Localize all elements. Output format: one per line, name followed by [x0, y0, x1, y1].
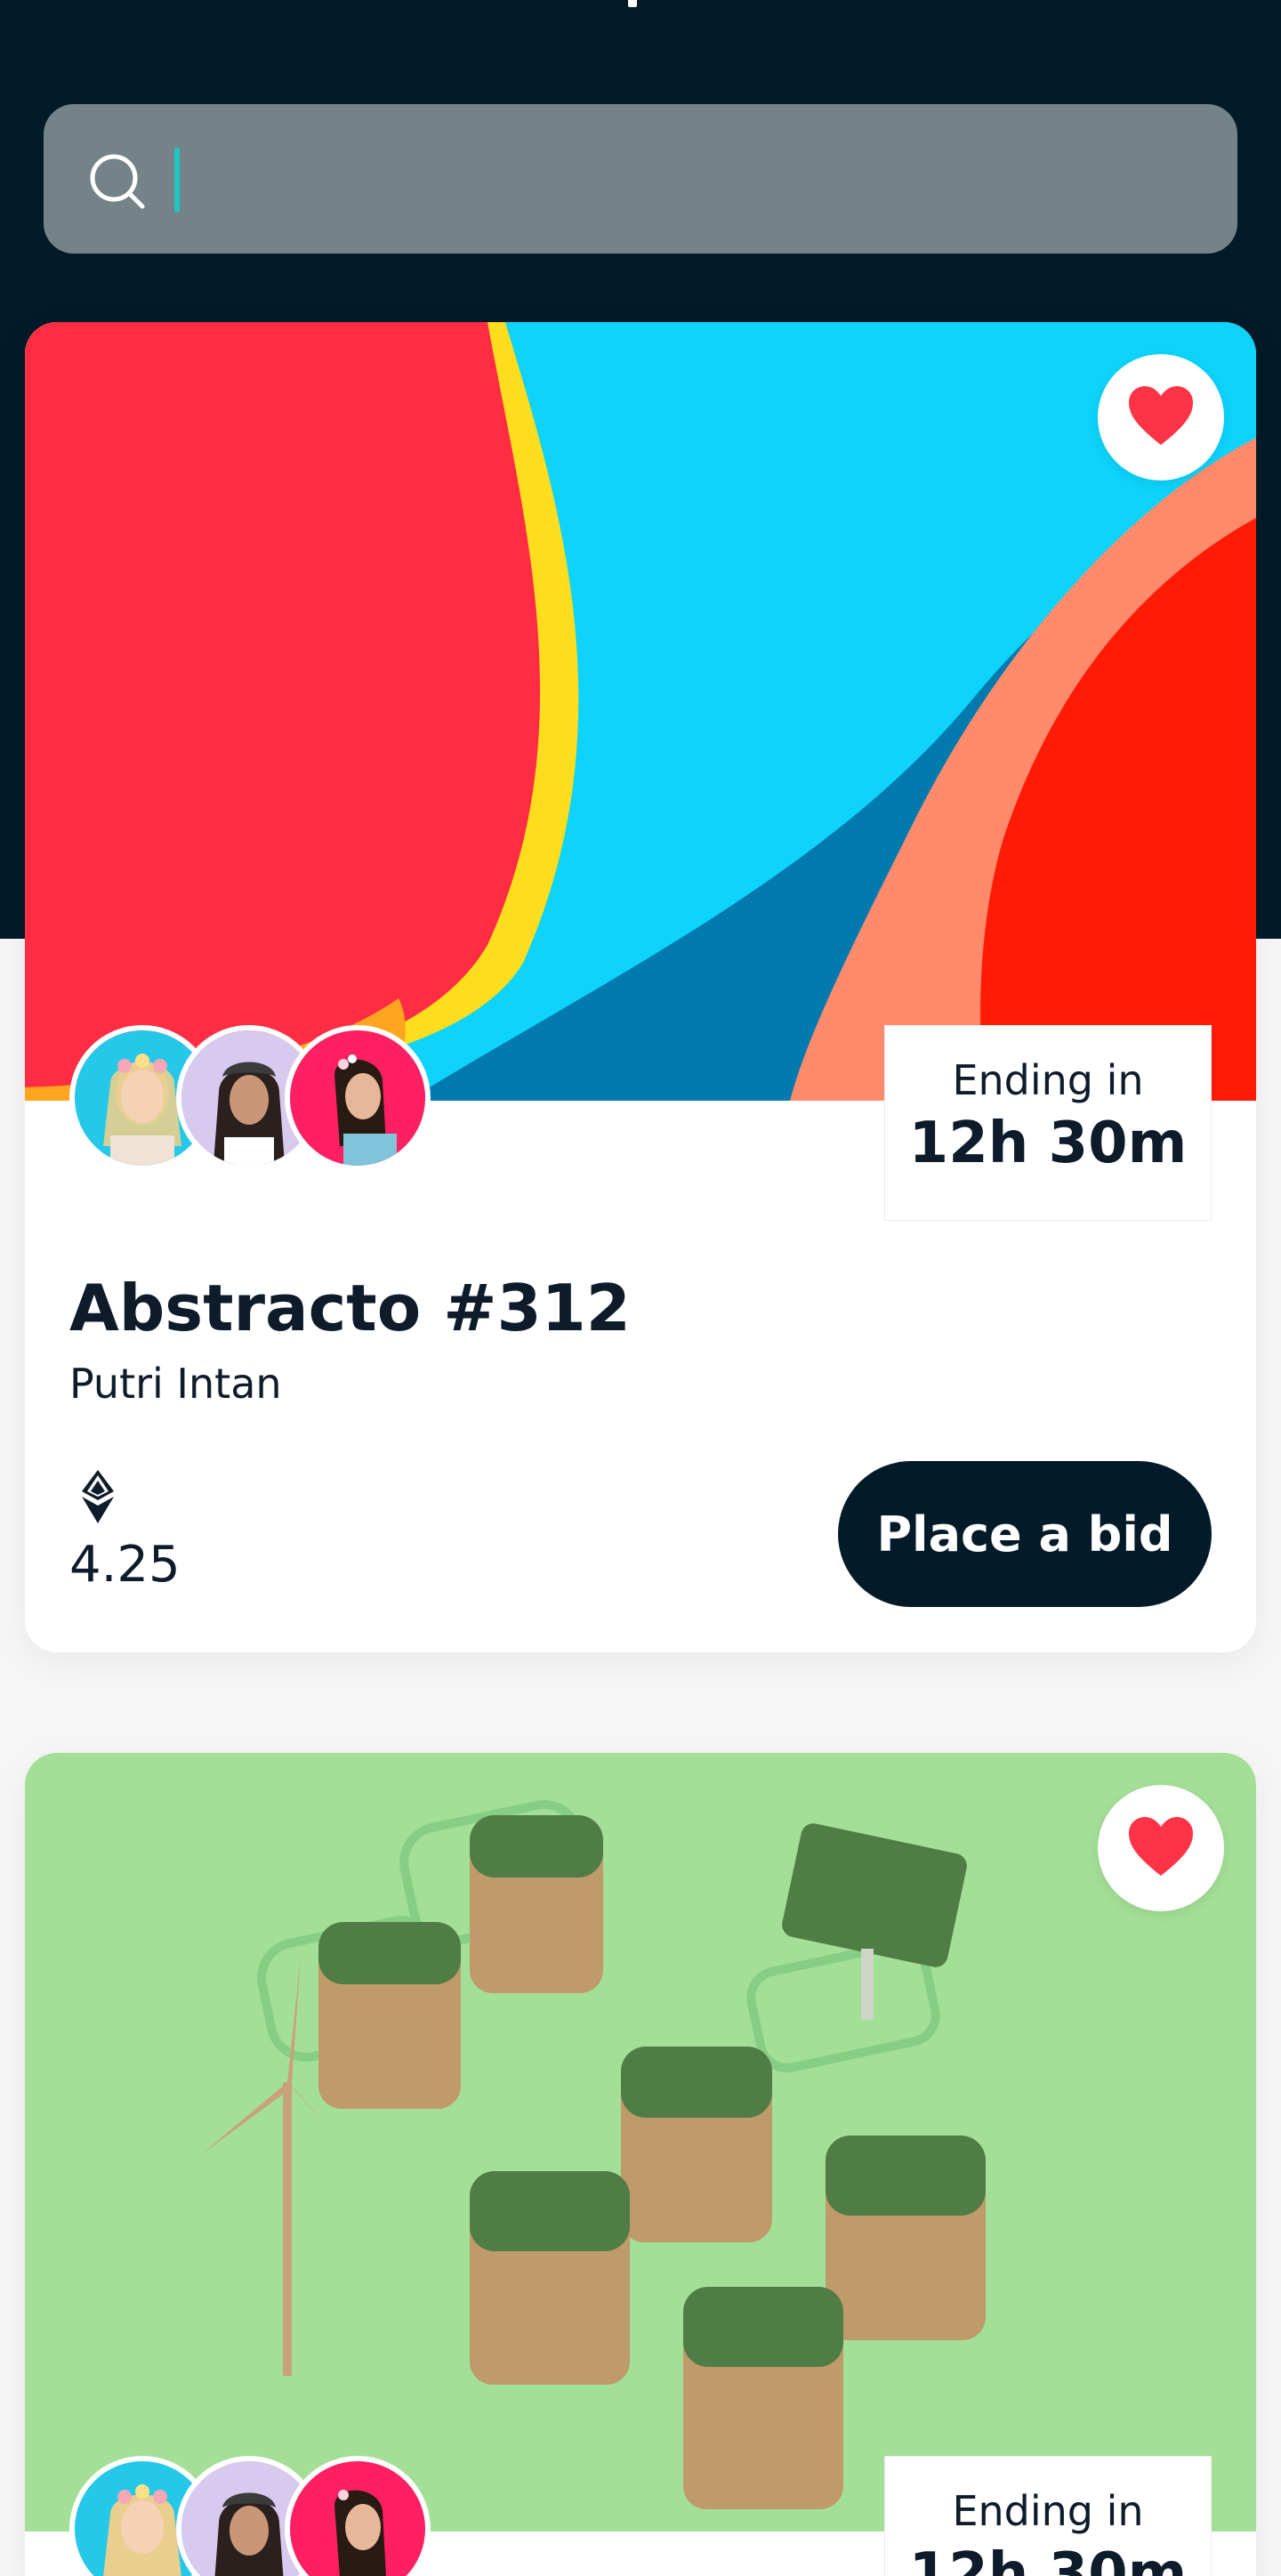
nft-artwork-image[interactable]	[25, 322, 1256, 1101]
heart-icon	[1127, 1815, 1195, 1881]
avatar[interactable]	[285, 2456, 431, 2576]
search-icon	[87, 151, 148, 212]
search-input[interactable]	[173, 147, 1196, 214]
auction-timer: Ending in 12h 30m	[884, 2456, 1212, 2576]
artist-name[interactable]: Putri Intan	[69, 1358, 282, 1409]
ending-label: Ending in	[952, 1056, 1144, 1104]
favorite-button[interactable]	[1098, 354, 1224, 480]
owner-avatars	[69, 2456, 443, 2576]
nft-card[interactable]: Ending in 12h 30m	[25, 1753, 1256, 2576]
ethereum-icon	[80, 1470, 116, 1523]
favorite-button[interactable]	[1098, 1785, 1224, 1911]
ending-time: 12h 30m	[908, 1110, 1188, 1176]
nft-title[interactable]: Abstracto #312	[69, 1268, 631, 1348]
owner-avatars	[69, 1025, 443, 1175]
ending-time: 12h 30m	[908, 2541, 1188, 2576]
text-caret	[174, 148, 180, 212]
heart-icon	[1127, 384, 1195, 450]
status-indicator	[628, 0, 637, 7]
nft-artwork-image[interactable]	[25, 1753, 1256, 2532]
ending-label: Ending in	[952, 2487, 1144, 2535]
place-bid-button[interactable]: Place a bid	[838, 1461, 1212, 1607]
nft-price: 4.25	[69, 1536, 181, 1594]
auction-timer: Ending in 12h 30m	[884, 1025, 1212, 1221]
avatar[interactable]	[285, 1025, 431, 1171]
nft-card[interactable]: Ending in 12h 30m Abstracto #312 Putri I…	[25, 322, 1256, 1652]
